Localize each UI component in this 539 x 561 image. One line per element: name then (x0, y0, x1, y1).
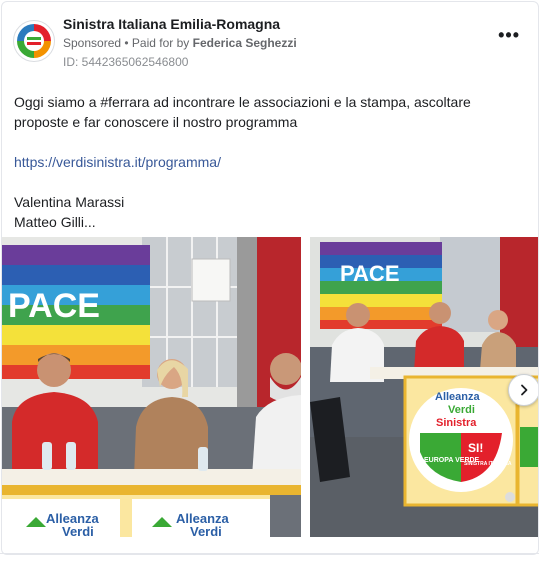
banner-text-4: Verdi (190, 524, 222, 537)
sponsored-label: Sponsored (63, 36, 122, 50)
post-signature-2[interactable]: Matteo Gilli... (14, 212, 514, 232)
badge-si: SI! (468, 441, 483, 455)
ad-id: ID: 5442365062546800 (63, 55, 189, 69)
ad-header: Sinistra Italiana Emilia-Romagna Sponsor… (2, 2, 538, 82)
image-carousel: PACE Alleanza Alleanza Verdi Verdi PACE … (2, 237, 538, 537)
sign-sinistra: Sinistra (436, 417, 477, 429)
ad-card: Sinistra Italiana Emilia-Romagna Sponsor… (1, 1, 539, 555)
chevron-right-icon (521, 384, 528, 396)
sponsor-line: Sponsored • Paid for by Federica Seghezz… (63, 36, 297, 50)
carousel-image-1[interactable]: PACE Alleanza Alleanza Verdi Verdi (2, 237, 301, 537)
paid-for-name: Federica Seghezzi (192, 36, 297, 50)
page-name[interactable]: Sinistra Italiana Emilia-Romagna (63, 16, 280, 32)
post-text: Oggi siamo a #ferrara ad incontrare le a… (14, 92, 514, 232)
carousel-next-button[interactable] (508, 374, 538, 406)
photo-press-conference-1: PACE Alleanza Alleanza Verdi Verdi (2, 237, 301, 537)
more-options-button[interactable]: ••• (498, 26, 520, 44)
divider (0, 553, 539, 554)
more-horizontal-icon: ••• (498, 25, 520, 45)
post-signature-1: Valentina Marassi (14, 194, 125, 210)
paid-for-prefix: • Paid for by (124, 36, 190, 50)
carousel-image-2[interactable]: PACE Alleanza Verdi Sinistra EUROPA VERD… (310, 237, 538, 537)
sign-alleanza: Alleanza (435, 391, 481, 403)
post-link[interactable]: https://verdisinistra.it/programma/ (14, 154, 221, 170)
photo-press-conference-2: PACE Alleanza Verdi Sinistra EUROPA VERD… (310, 237, 538, 537)
page-avatar[interactable] (13, 20, 55, 62)
page-logo-icon (15, 22, 53, 60)
banner-text-3: Verdi (62, 524, 94, 537)
badge-sinistra: SINISTRA ITALIANA (464, 461, 512, 467)
post-body: Oggi siamo a #ferrara ad incontrare le a… (14, 94, 471, 130)
flag-text-1: PACE (8, 287, 100, 325)
flag-text-2: PACE (340, 261, 400, 286)
sign-verdi: Verdi (448, 404, 475, 416)
